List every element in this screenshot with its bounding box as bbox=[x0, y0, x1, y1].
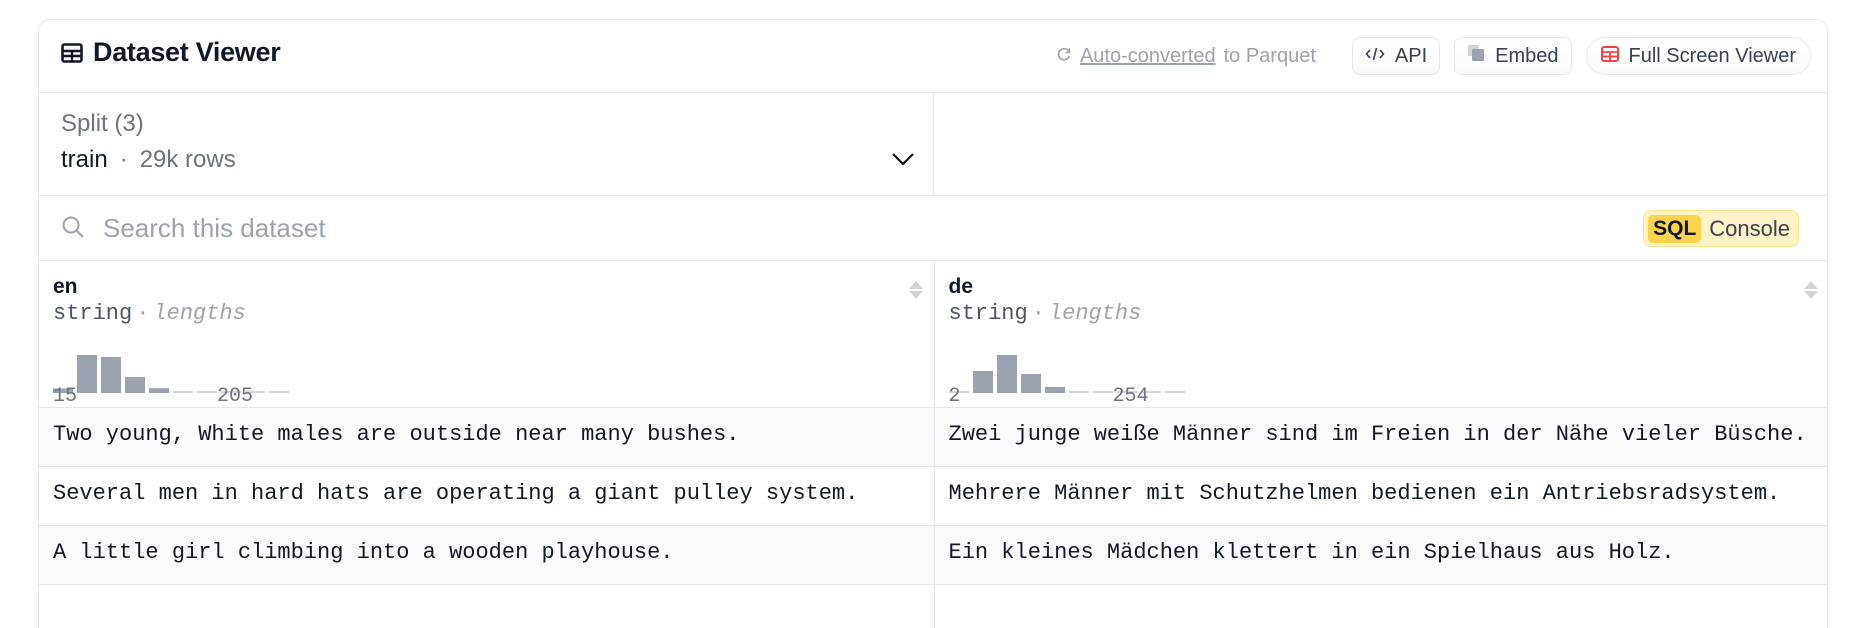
column-header-de: de string · lengths 2 254 bbox=[934, 261, 1827, 408]
histogram-max: 254 bbox=[1112, 385, 1149, 408]
header-actions: Auto-converted to Parquet API Embed Full… bbox=[1056, 37, 1811, 75]
split-row-empty-cell bbox=[934, 93, 1827, 195]
sql-console-button[interactable]: SQL Console bbox=[1643, 210, 1799, 247]
search-icon bbox=[61, 215, 85, 244]
table-cell-de[interactable] bbox=[934, 584, 1827, 628]
column-name: de bbox=[948, 275, 974, 298]
histogram-bar[interactable] bbox=[996, 355, 1017, 393]
api-button[interactable]: API bbox=[1351, 37, 1441, 75]
sql-console-label: Console bbox=[1709, 215, 1790, 241]
histogram-max: 205 bbox=[217, 385, 254, 408]
histogram-bar[interactable] bbox=[1092, 391, 1113, 393]
fullscreen-table-icon bbox=[1600, 45, 1619, 68]
table-row[interactable]: A little girl climbing into a wooden pla… bbox=[39, 525, 1827, 585]
viewer-title-text: Dataset Viewer bbox=[93, 37, 281, 67]
table-cell-en[interactable]: Several men in hard hats are operating a… bbox=[39, 466, 935, 526]
histogram-bar[interactable] bbox=[1068, 391, 1089, 393]
table-row[interactable] bbox=[39, 584, 1827, 628]
table-cell-de[interactable]: Ein kleines Mädchen klettert in ein Spie… bbox=[934, 525, 1827, 585]
histogram-bar[interactable] bbox=[197, 391, 217, 393]
split-label: Split (3) bbox=[61, 110, 144, 137]
sort-icon[interactable] bbox=[908, 279, 924, 306]
histogram-bar[interactable] bbox=[972, 370, 993, 393]
viewer-title: Dataset Viewer bbox=[61, 37, 281, 68]
table-cell-de[interactable]: Zwei junge weiße Männer sind im Freien i… bbox=[934, 407, 1827, 467]
column-type: string · lengths bbox=[53, 301, 246, 326]
split-separator: · bbox=[119, 146, 128, 173]
table-header-row: en string · lengths 15 205 de string · l… bbox=[39, 261, 1827, 408]
api-button-label: API bbox=[1394, 44, 1428, 67]
length-histogram[interactable] bbox=[948, 353, 1189, 395]
table-cell-en[interactable]: A little girl climbing into a wooden pla… bbox=[39, 525, 935, 585]
parquet-label: to Parquet bbox=[1223, 44, 1316, 67]
histogram-min: 15 bbox=[53, 385, 78, 408]
split-value: train · 29k rows bbox=[61, 146, 236, 174]
column-stat-label: lengths bbox=[153, 301, 246, 326]
column-type: string · lengths bbox=[949, 301, 1142, 326]
histogram-bar[interactable] bbox=[77, 355, 97, 393]
table-cell-en[interactable] bbox=[39, 584, 935, 628]
refresh-icon bbox=[1056, 45, 1072, 68]
search-input[interactable] bbox=[103, 210, 1303, 246]
split-name: train bbox=[61, 146, 108, 173]
sort-icon[interactable] bbox=[1803, 279, 1819, 306]
length-histogram[interactable] bbox=[53, 353, 293, 395]
column-header-en: en string · lengths 15 205 bbox=[39, 261, 935, 408]
search-bar: SQL Console bbox=[39, 196, 1827, 261]
column-stat-label: lengths bbox=[1048, 301, 1142, 326]
embed-icon bbox=[1467, 44, 1485, 68]
embed-button-label: Embed bbox=[1495, 44, 1559, 67]
split-row: Split (3) train · 29k rows bbox=[39, 93, 1827, 196]
full-screen-viewer-button[interactable]: Full Screen Viewer bbox=[1585, 37, 1811, 75]
histogram-bar[interactable] bbox=[269, 391, 289, 393]
histogram-bar[interactable] bbox=[1044, 386, 1065, 393]
code-icon bbox=[1365, 45, 1385, 68]
table-icon bbox=[61, 42, 83, 64]
histogram-bar[interactable] bbox=[101, 356, 121, 393]
table-cell-en[interactable]: Two young, White males are outside near … bbox=[39, 407, 935, 467]
histogram-bar[interactable] bbox=[149, 388, 169, 393]
split-selector[interactable]: Split (3) train · 29k rows bbox=[39, 93, 934, 195]
table-row[interactable]: Two young, White males are outside near … bbox=[39, 407, 1827, 467]
full-screen-viewer-label: Full Screen Viewer bbox=[1628, 44, 1796, 67]
sql-tag: SQL bbox=[1648, 214, 1702, 243]
table-cell-de[interactable]: Mehrere Männer mit Schutzhelmen bedienen… bbox=[934, 466, 1827, 526]
histogram-min: 2 bbox=[948, 385, 961, 408]
histogram-bar[interactable] bbox=[1020, 374, 1041, 393]
parquet-conversion-note: Auto-converted to Parquet bbox=[1056, 45, 1316, 68]
embed-button[interactable]: Embed bbox=[1454, 37, 1572, 75]
chevron-down-icon[interactable] bbox=[891, 151, 915, 172]
table-row[interactable]: Several men in hard hats are operating a… bbox=[39, 466, 1827, 526]
viewer-header: Dataset Viewer Auto-converted to Parquet bbox=[39, 20, 1827, 93]
split-row-count: 29k rows bbox=[139, 146, 236, 173]
dataset-viewer: Dataset Viewer Auto-converted to Parquet bbox=[38, 19, 1828, 628]
column-type-separator: · bbox=[136, 301, 150, 326]
auto-converted-link[interactable]: Auto-converted bbox=[1080, 45, 1216, 68]
dataset-table: en string · lengths 15 205 de string · l… bbox=[39, 261, 1827, 628]
column-name: en bbox=[53, 275, 78, 298]
histogram-bar[interactable] bbox=[173, 391, 193, 393]
histogram-bar[interactable] bbox=[125, 377, 145, 393]
column-type-label: string bbox=[53, 301, 133, 326]
column-type-separator: · bbox=[1031, 301, 1045, 326]
histogram-bar[interactable] bbox=[1164, 391, 1185, 393]
column-type-label: string bbox=[948, 301, 1028, 326]
